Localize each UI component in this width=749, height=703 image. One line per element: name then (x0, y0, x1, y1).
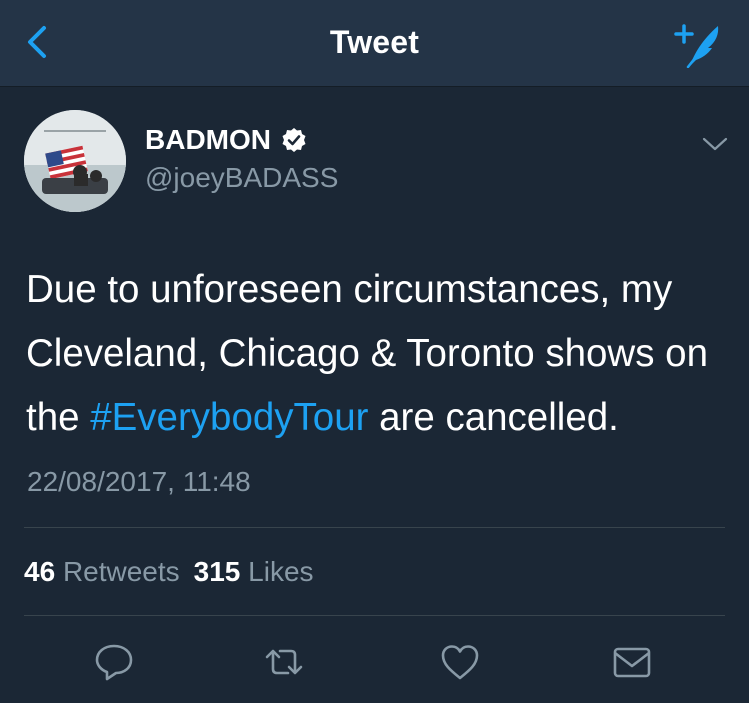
likes-count: 315 (193, 556, 241, 587)
tweet-text-after: are cancelled. (368, 396, 619, 439)
retweet-arrows-icon (265, 649, 303, 675)
chevron-down-icon (702, 137, 728, 151)
feather-plus-icon (674, 24, 719, 69)
retweet-button[interactable] (262, 640, 306, 684)
retweets-stat[interactable]: 46 Retweets (24, 556, 180, 587)
tweet-text: Due to unforeseen circumstances, my Clev… (26, 258, 736, 450)
tweet-timestamp: 22/08/2017, 11:48 (27, 466, 251, 497)
speech-bubble-icon (95, 644, 133, 681)
divider (24, 527, 725, 528)
retweets-count: 46 (24, 556, 56, 587)
retweets-label: Retweets (62, 556, 180, 587)
page-title: Tweet (329, 24, 420, 60)
author-handle[interactable]: @joeyBADASS (145, 162, 338, 194)
navigation-bar: Tweet (0, 0, 749, 87)
avatar[interactable] (24, 110, 126, 212)
compose-tweet-button[interactable] (672, 20, 724, 69)
likes-label: Likes (248, 556, 314, 587)
author-name-text: BADMON (145, 124, 271, 155)
verified-badge-icon (282, 128, 306, 152)
divider (24, 615, 725, 616)
tweet-stats: 46 Retweets 315 Likes (24, 556, 314, 588)
like-button[interactable] (438, 640, 482, 684)
author-name[interactable]: BADMON (145, 124, 307, 156)
hashtag-link[interactable]: #EverybodyTour (90, 396, 368, 439)
heart-icon (441, 645, 479, 680)
envelope-icon (613, 647, 651, 678)
likes-stat[interactable]: 315 Likes (194, 556, 314, 587)
album-cover-image (24, 110, 126, 212)
tweet-options-button[interactable] (700, 132, 730, 156)
direct-message-button[interactable] (610, 640, 654, 684)
tweet-action-bar (0, 630, 749, 690)
reply-button[interactable] (92, 640, 136, 684)
